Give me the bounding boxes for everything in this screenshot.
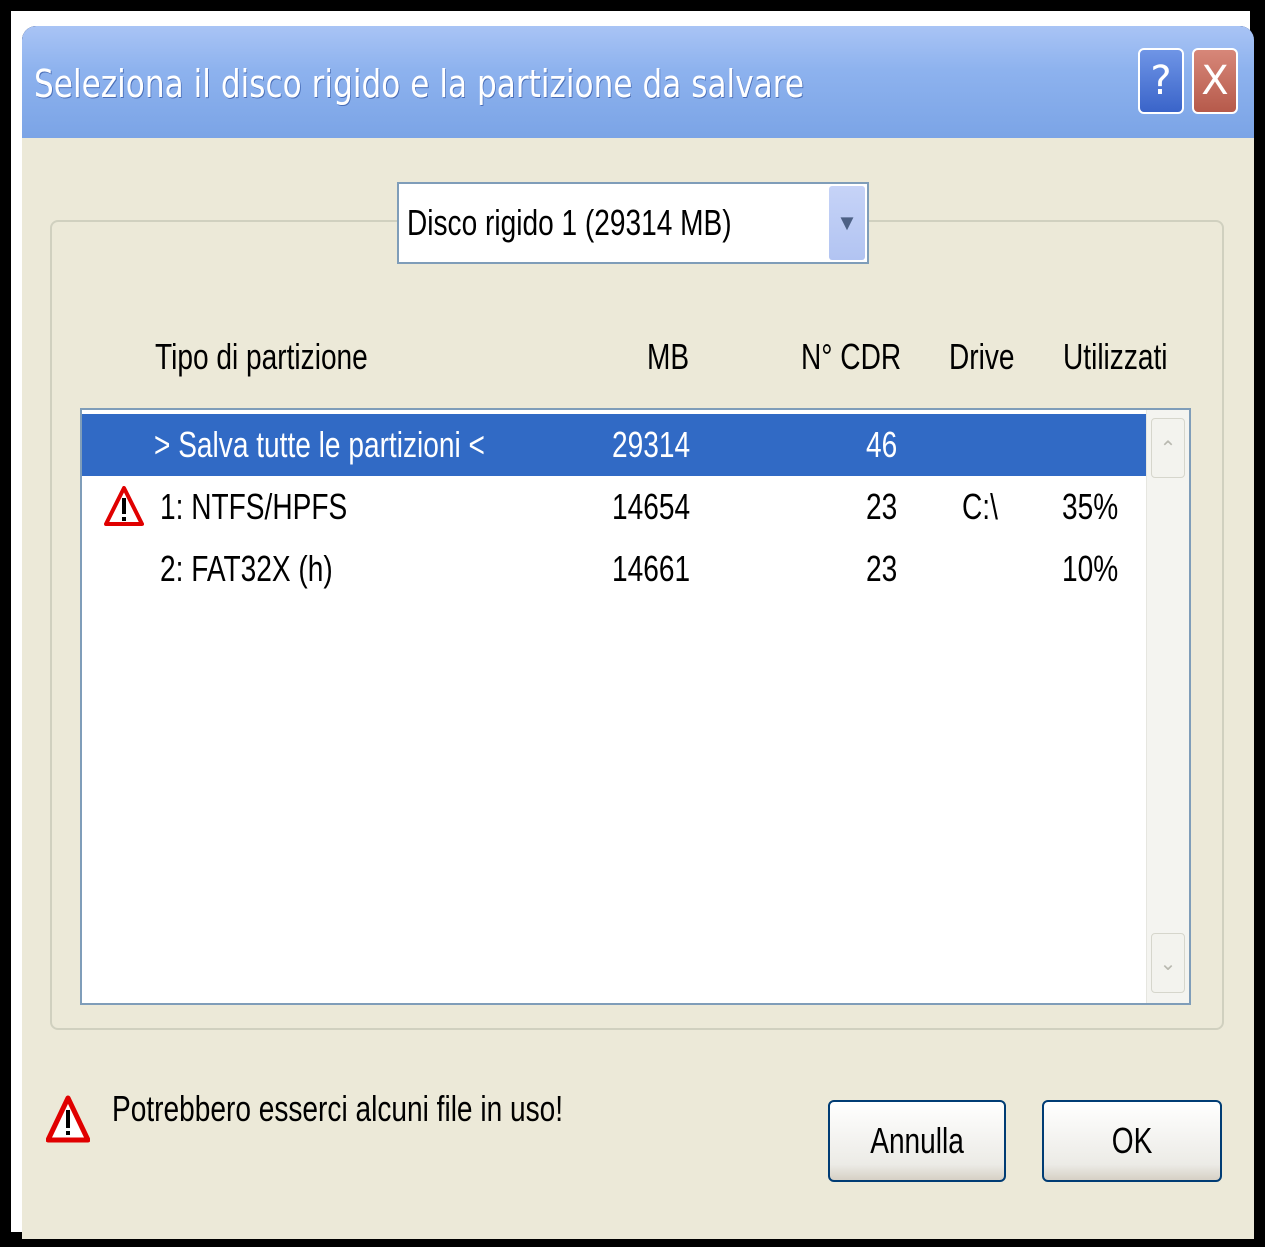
scroll-up-icon[interactable]: ⌃ xyxy=(1151,418,1185,478)
disk-select[interactable]: Disco rigido 1 (29314 MB) ▼ xyxy=(397,182,869,264)
column-header-cdr: N° CDR xyxy=(801,336,902,377)
list-item[interactable]: 2: FAT32X (h) 14661 23 10% xyxy=(82,538,1146,600)
list-item[interactable]: > Salva tutte le partizioni < 29314 46 xyxy=(82,414,1146,476)
partition-type: 2: FAT32X (h) xyxy=(160,548,333,589)
vertical-scrollbar[interactable]: ⌃ ⌄ xyxy=(1146,410,1189,1003)
partition-mb: 14661 xyxy=(612,548,691,589)
chevron-down-icon[interactable]: ▼ xyxy=(829,186,865,260)
ok-button[interactable]: OK xyxy=(1042,1100,1222,1182)
warning-icon xyxy=(104,486,144,526)
close-button[interactable]: X xyxy=(1192,48,1238,114)
scroll-down-icon[interactable]: ⌄ xyxy=(1151,933,1185,993)
ok-button-label: OK xyxy=(1111,1120,1153,1161)
cancel-button-label: Annulla xyxy=(870,1120,964,1161)
partition-type: > Salva tutte le partizioni < xyxy=(154,424,485,465)
column-header-drive: Drive xyxy=(949,336,1015,377)
dialog-body: Disco rigido 1 (29314 MB) ▼ Tipo di part… xyxy=(22,138,1254,1239)
title-bar[interactable]: Seleziona il disco rigido e la partizion… xyxy=(22,26,1254,138)
window-title: Seleziona il disco rigido e la partizion… xyxy=(34,62,805,106)
partition-cdr: 46 xyxy=(866,424,898,465)
files-in-use-warning: Potrebbero esserci alcuni file in uso! xyxy=(112,1088,564,1129)
disk-select-value: Disco rigido 1 (29314 MB) xyxy=(407,202,732,243)
column-header-used: Utilizzati xyxy=(1063,336,1168,377)
cancel-button[interactable]: Annulla xyxy=(828,1100,1006,1182)
partition-mb: 14654 xyxy=(612,486,691,527)
help-button[interactable]: ? xyxy=(1138,48,1184,114)
partition-cdr: 23 xyxy=(866,548,898,589)
partition-drive: C:\ xyxy=(962,486,998,527)
partition-mb: 29314 xyxy=(612,424,691,465)
partition-type: 1: NTFS/HPFS xyxy=(160,486,348,527)
column-header-mb: MB xyxy=(647,336,690,377)
list-item[interactable]: 1: NTFS/HPFS 14654 23 C:\ 35% xyxy=(82,476,1146,538)
partition-used: 35% xyxy=(1062,486,1119,527)
column-header-type: Tipo di partizione xyxy=(155,336,368,377)
dialog-window: Seleziona il disco rigido e la partizion… xyxy=(22,26,1254,1239)
partition-cdr: 23 xyxy=(866,486,898,527)
partition-list: > Salva tutte le partizioni < 29314 46 1… xyxy=(80,408,1191,1005)
partition-used: 10% xyxy=(1062,548,1119,589)
warning-icon xyxy=(46,1095,90,1143)
